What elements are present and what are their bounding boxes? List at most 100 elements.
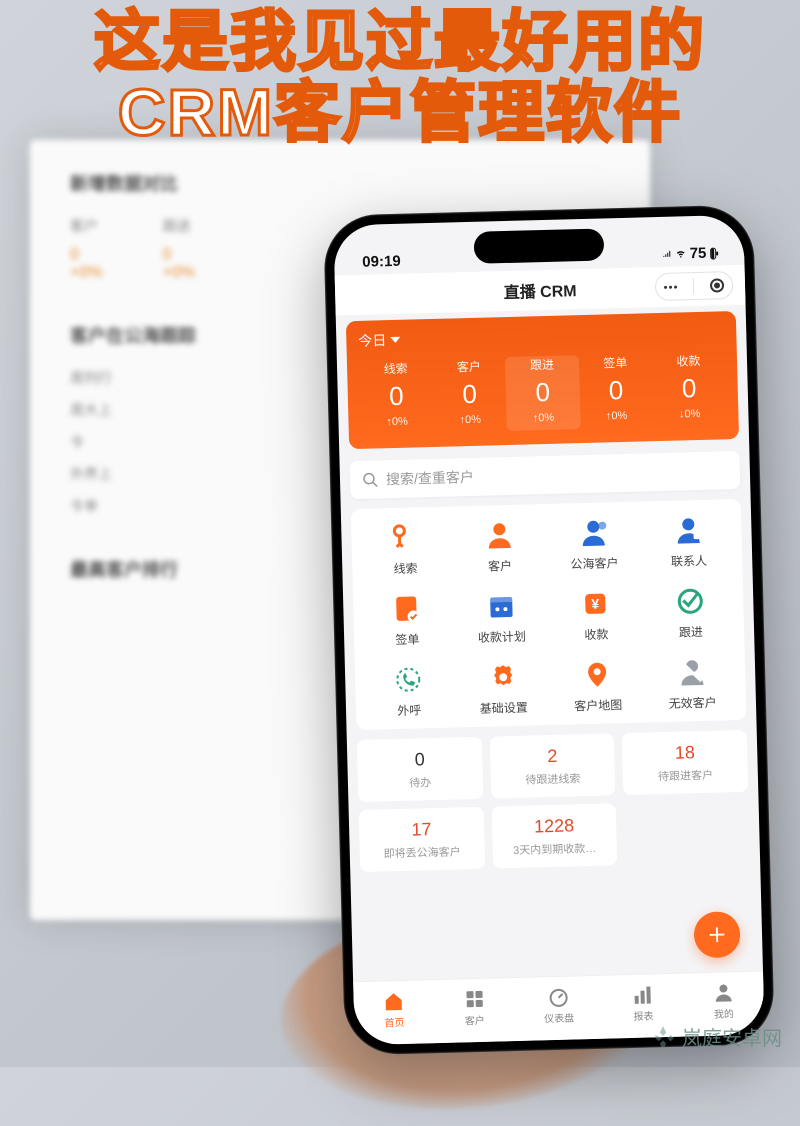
menu-label: 外呼 [397,701,421,719]
menu-item-settings[interactable]: 基础设置 [455,660,551,717]
tab-dashboard[interactable]: 仪表盘 [543,985,574,1025]
menu-item-leads[interactable]: 线索 [357,521,453,578]
menu-item-call[interactable]: 外呼 [361,662,457,719]
menu-label: 公海客户 [570,554,618,572]
me-tab-icon [712,981,735,1004]
task-cards: 0待办2待跟进线索18待跟进客户 17即将丢公海客户 1228 3天内到期收款… [357,730,750,872]
battery-pct: 75 [689,245,706,262]
more-icon[interactable] [664,285,677,288]
dash-value: 0 [359,380,433,413]
phone-notch [474,228,605,263]
phone-frame: 09:19 75 直播 CRM 今日 线索0↑0%客户0↑0%跟进0↑ [323,205,775,1056]
headline-line2: CRM客户管理软件 [0,77,800,148]
menu-item-pool[interactable]: 公海客户 [546,516,642,573]
bg-col1-value: 0 [70,246,102,264]
menu-label: 基础设置 [480,699,528,717]
menu-item-invalid[interactable]: 无效客户 [644,655,740,712]
wifi-icon [677,250,686,257]
dash-cell-签单[interactable]: 签单0↑0% [578,353,653,429]
close-icon[interactable] [710,278,724,292]
miniprogram-capsule[interactable] [655,271,734,301]
dash-label: 线索 [359,359,433,378]
task-card-待办[interactable]: 0待办 [357,737,483,802]
search-input[interactable]: 搜索/查重客户 [350,451,741,499]
search-placeholder: 搜索/查重客户 [386,467,474,489]
task-card-即将丢公海客户[interactable]: 17即将丢公海客户 [359,807,485,872]
bg-col2-value: 0 [162,246,194,264]
map-icon [581,658,614,691]
menu-item-map[interactable]: 客户地图 [550,658,646,715]
invalid-icon [675,656,708,689]
menu-label: 签单 [395,630,419,648]
menu-item-customer[interactable]: 客户 [452,518,548,575]
menu-label: 收款 [584,625,608,643]
dash-label: 收款 [652,351,726,370]
customer-icon [483,519,516,552]
dash-delta: ↑0% [434,413,507,427]
menu-label: 客户地图 [574,696,622,714]
headline-line1: 这是我见过最好用的 [0,6,800,77]
bg-col2-pct: +0% [162,264,194,282]
dashboard-tab-icon [547,986,570,1009]
menu-label: 客户 [488,557,512,575]
dash-label: 跟进 [505,355,579,374]
menu-label: 收款计划 [478,628,526,646]
dash-delta: ↑0% [580,409,653,423]
task-card-待跟进客户[interactable]: 18待跟进客户 [622,730,748,795]
payment-icon: ¥ [579,587,612,620]
payplan-icon [485,590,518,623]
dash-delta: ↑0% [507,411,580,425]
watermark: 岚庭安卓网 [650,1022,782,1051]
dashboard-card: 今日 线索0↑0%客户0↑0%跟进0↑0%签单0↑0%收款0↓0% [346,311,739,449]
period-selector[interactable]: 今日 [358,330,401,351]
task-number: 18 [675,742,696,764]
tab-label: 报表 [633,1007,653,1023]
menu-item-contact[interactable]: 联系人 [641,513,737,570]
svg-text:¥: ¥ [591,596,599,612]
tab-me[interactable]: 我的 [712,981,735,1021]
menu-panel: 线索 客户 公海客户 联系人签单 收款计划 ¥ 收款 跟进外呼 基础设置 客户地图 无效客户 [351,499,747,730]
dash-delta: ↓0% [653,407,726,421]
dash-cell-收款[interactable]: 收款 0 ↓0% [652,351,727,427]
dash-cell-客户[interactable]: 客户0↑0% [432,357,507,433]
contract-icon [390,592,423,625]
report-tab-icon [632,983,655,1006]
watermark-icon [650,1024,676,1050]
pool-icon [577,516,610,549]
bg-col1-label: 客户 [70,216,102,236]
bg-col2-label: 跟进 [162,216,194,236]
task-card-3天内到期收款…[interactable]: 1228 3天内到期收款… [491,803,617,868]
headline-overlay: 这是我见过最好用的 CRM客户管理软件 [0,6,800,149]
tab-label: 仪表盘 [544,1009,574,1025]
dash-cell-跟进[interactable]: 跟进0↑0% [505,355,580,431]
tab-customer[interactable]: 客户 [463,988,486,1028]
menu-label: 线索 [393,559,417,577]
dash-value: 0 [433,378,507,411]
customer-tab-icon [463,988,486,1011]
task-number: 1228 [534,815,575,837]
add-button[interactable] [693,911,740,958]
task-number: 17 [411,819,432,841]
phone-screen: 09:19 75 直播 CRM 今日 线索0↑0%客户0↑0%跟进0↑ [333,215,764,1045]
contact-icon [672,514,705,547]
app-title: 直播 CRM [503,277,576,303]
menu-item-follow[interactable]: 跟进 [642,584,738,641]
menu-item-payment[interactable]: ¥ 收款 [548,587,644,644]
tab-label: 客户 [465,1012,485,1028]
search-icon [362,471,378,487]
menu-item-contract[interactable]: 签单 [359,591,455,648]
tab-home[interactable]: 首页 [383,990,406,1030]
menu-label: 无效客户 [668,694,716,712]
tab-report[interactable]: 报表 [632,983,655,1023]
period-label: 今日 [358,330,387,351]
settings-icon [487,661,520,694]
tab-label: 我的 [714,1005,734,1021]
plus-icon [706,923,729,946]
dash-cell-线索[interactable]: 线索0↑0% [359,359,434,435]
task-card-待跟进线索[interactable]: 2待跟进线索 [489,733,615,798]
dash-value: 0 [652,372,726,405]
menu-item-payplan[interactable]: 收款计划 [453,589,549,646]
bg-section1-title: 新增数据对比 [70,170,610,196]
task-label: 3天内到期收款… [513,839,597,857]
menu-label: 跟进 [679,623,703,641]
